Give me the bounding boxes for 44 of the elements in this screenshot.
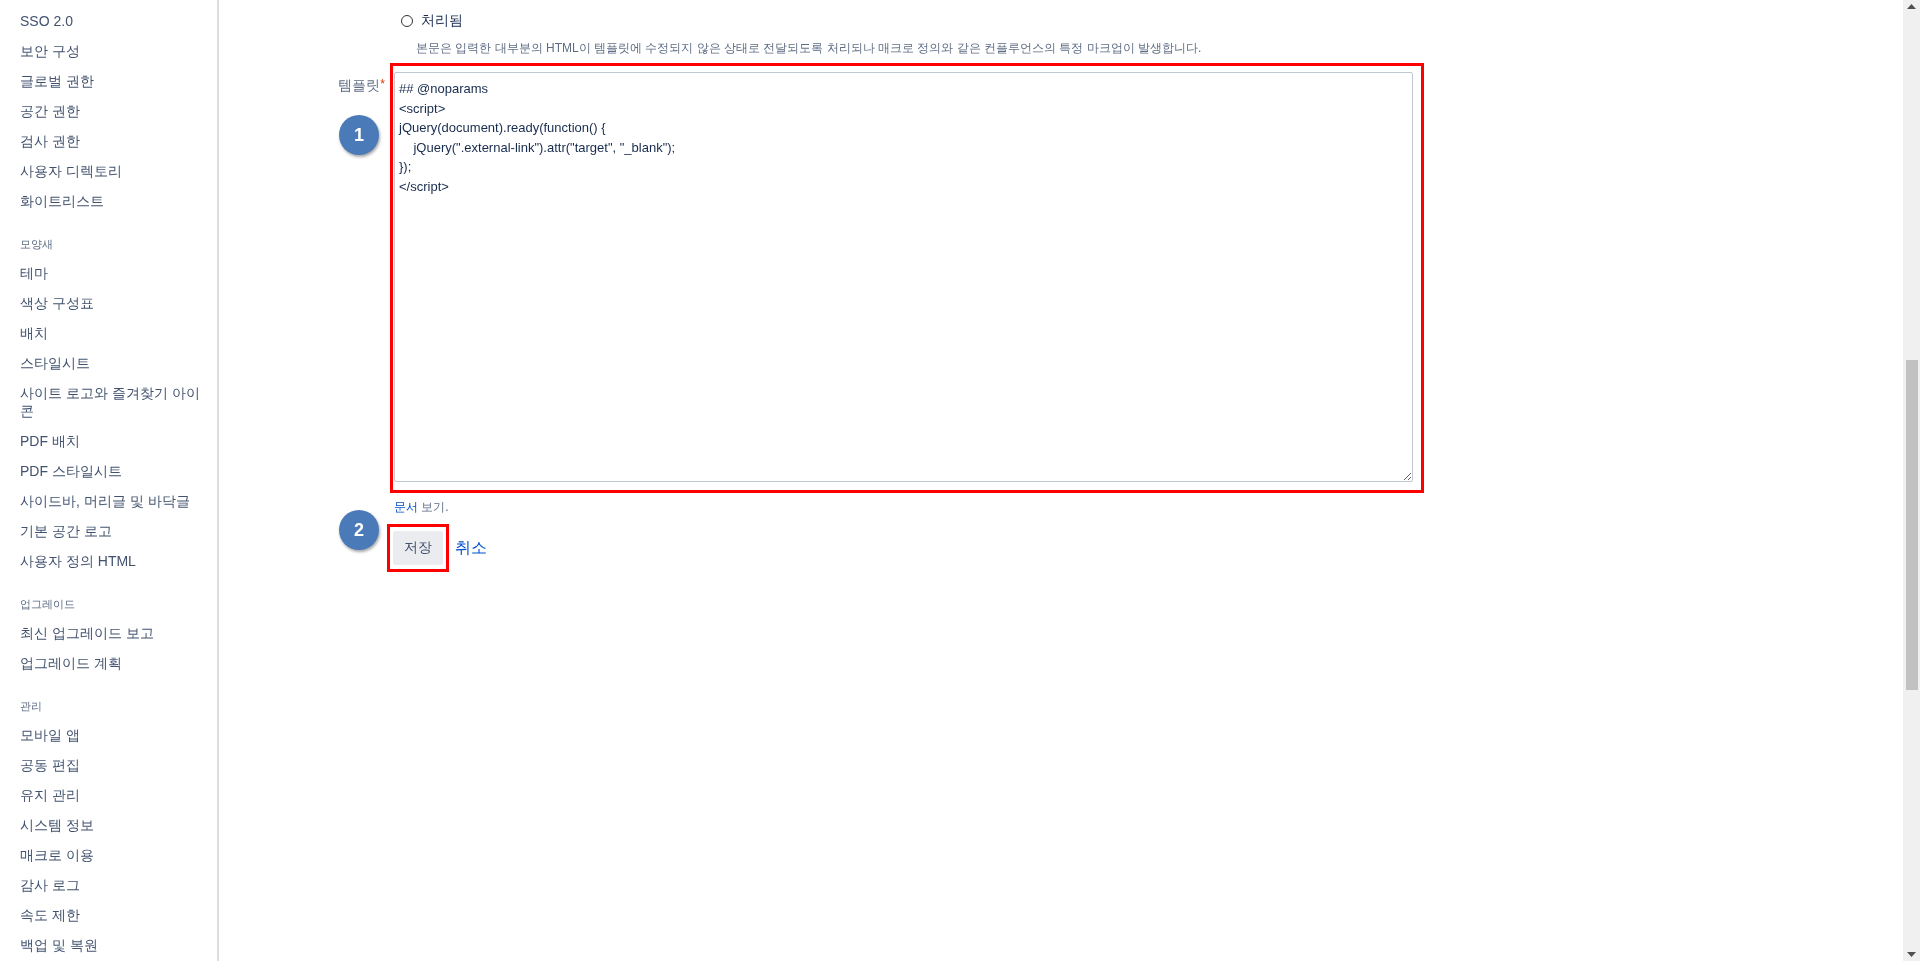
sidebar-item[interactable]: 테마 (20, 258, 200, 288)
cancel-link[interactable]: 취소 (455, 537, 487, 559)
sidebar-item[interactable]: 기본 공간 로고 (20, 516, 200, 546)
step-badge: 1 (339, 115, 379, 155)
sidebar-item[interactable]: 공간 권한 (20, 96, 200, 126)
sidebar-item[interactable]: 사이트 로고와 즐겨찾기 아이콘 (20, 378, 200, 426)
docs-link[interactable]: 문서 (394, 500, 418, 514)
sidebar-item[interactable]: 유지 관리 (20, 780, 200, 810)
sidebar-heading: 모양새 (20, 237, 54, 252)
scroll-down-arrow-icon[interactable] (1907, 952, 1916, 957)
sidebar-item[interactable]: 색상 구성표 (20, 288, 200, 318)
template-textarea[interactable]: ## @noparams <script> jQuery(document).ready(function() { jQuery(".external-link").attr("target", "_blank"); }); </script> (394, 72, 1413, 482)
sidebar-heading: 관리 (20, 699, 43, 714)
sidebar-item[interactable]: 백업 및 복원 (20, 930, 200, 960)
option-description: 본문은 입력한 대부분의 HTML이 템플릿에 수정되지 않은 상태로 전달되도록 처리되나 매크로 정의와 같은 컨플루언스의 특정 마크업이 발생합니다. (416, 40, 1203, 57)
sidebar-item[interactable]: SSO 2.0 (20, 6, 200, 36)
sidebar-item[interactable]: PDF 배치 (20, 426, 200, 456)
sidebar-item[interactable]: 공동 편집 (20, 750, 200, 780)
sidebar-item[interactable]: 감사 로그 (20, 870, 200, 900)
sidebar-item[interactable]: 모바일 앱 (20, 720, 200, 750)
sidebar-item[interactable]: 사용자 정의 HTML (20, 546, 200, 576)
sidebar-item[interactable]: PDF 스타일시트 (20, 456, 200, 486)
radio-label: 처리됨 (421, 12, 463, 30)
sidebar-item[interactable]: 화이트리스트 (20, 186, 200, 216)
field-label: 템플릿* (337, 77, 386, 95)
sidebar-item[interactable]: 매크로 이용 (20, 840, 200, 870)
sidebar-item[interactable]: 속도 제한 (20, 900, 200, 930)
sidebar-item[interactable]: 배치 (20, 318, 200, 348)
sidebar-item[interactable]: 업그레이드 계획 (20, 648, 200, 678)
scroll-up-arrow-icon[interactable] (1907, 4, 1916, 9)
step-badge: 2 (339, 510, 379, 550)
sidebar-item[interactable]: 사용자 디렉토리 (20, 156, 200, 186)
sidebar-item[interactable]: 스타일시트 (20, 348, 200, 378)
sidebar-item[interactable]: 시스템 정보 (20, 810, 200, 840)
sidebar-item[interactable]: 글로벌 권한 (20, 66, 200, 96)
scrollbar-thumb[interactable] (1906, 360, 1918, 690)
sidebar-item[interactable]: 보안 구성 (20, 36, 200, 66)
sidebar-item[interactable]: 검사 권한 (20, 126, 200, 156)
save-button[interactable]: 저장 (393, 531, 443, 565)
scrollbar[interactable] (1903, 0, 1920, 961)
sidebar-item[interactable]: 사이드바, 머리글 및 바닥글 (20, 486, 200, 516)
sidebar-item[interactable]: 최신 업그레이드 보고 (20, 618, 200, 648)
help-text: 문서 보기. (394, 499, 450, 516)
sidebar-heading: 업그레이드 (20, 597, 76, 612)
